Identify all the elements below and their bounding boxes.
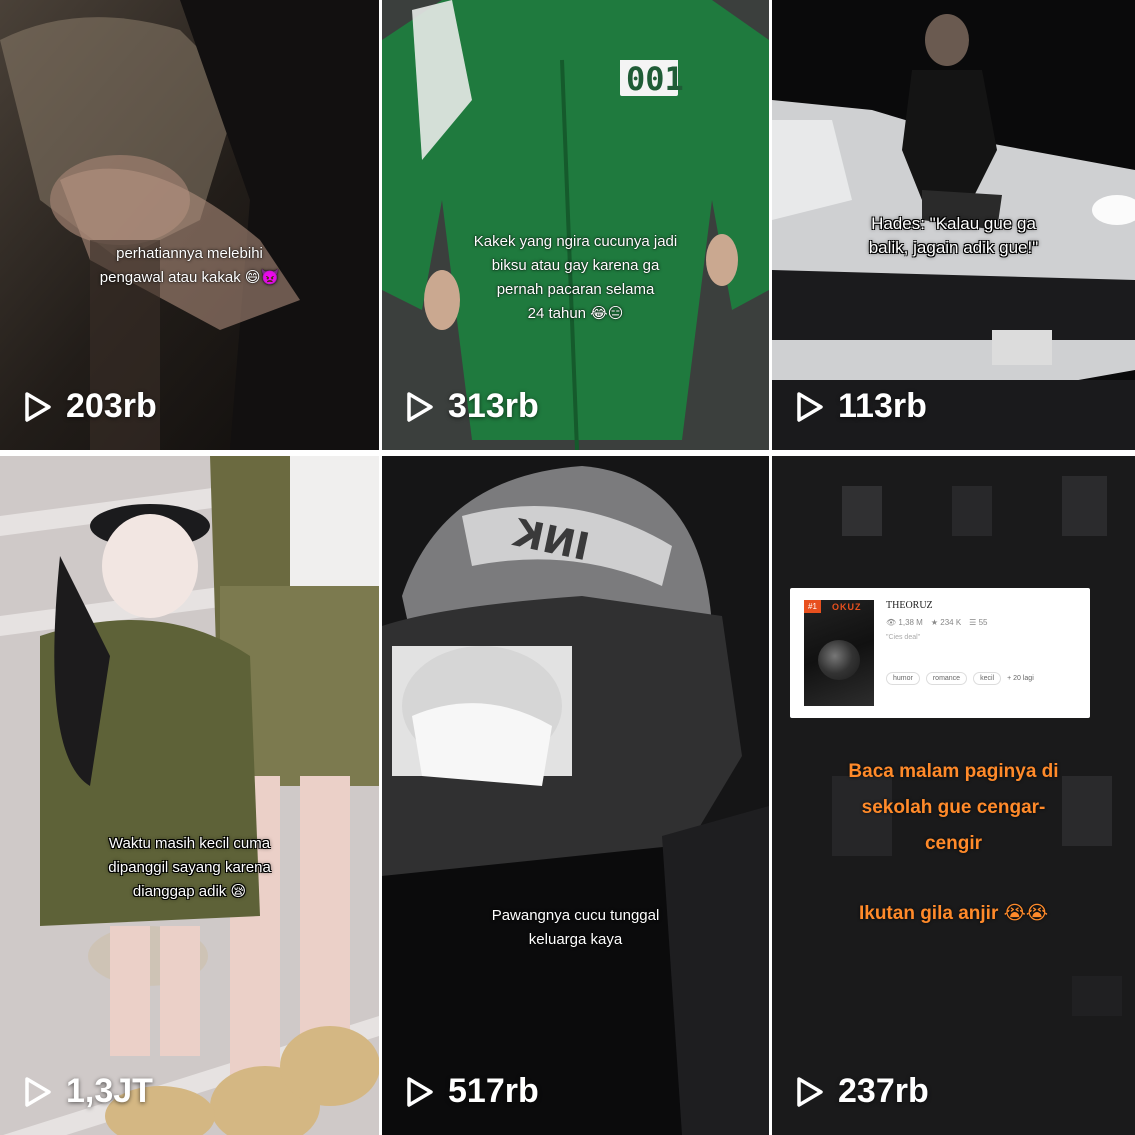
video-caption: Hades: "Kalau gue ga balik, jagain adik …	[868, 214, 1039, 257]
view-count: 517rb	[402, 1072, 539, 1111]
view-count: 237rb	[792, 1072, 929, 1111]
view-count-value: 203rb	[66, 387, 157, 425]
video-caption: Baca malam paginya di sekolah gue cengar…	[848, 761, 1059, 854]
parts-stat: ☰ 55	[969, 618, 988, 627]
video-tile-4[interactable]: Waktu masih kecil cuma dipanggil sayang …	[0, 456, 379, 1135]
cover-title: OKUZ	[832, 602, 862, 612]
view-count: 113rb	[792, 387, 927, 426]
video-thumbnail-4	[0, 456, 379, 1135]
book-tags: humor romance kecil + 20 lagi	[886, 672, 1034, 685]
play-icon	[20, 1075, 54, 1109]
player-number-badge: 001	[626, 60, 684, 98]
book-quote: "Cies deal"	[886, 634, 921, 641]
video-caption: perhatiannya melebihi pengawal atau kaka…	[99, 245, 280, 286]
cover-art	[818, 640, 860, 680]
video-caption: Pawangnya cucu tunggal keluarga kaya	[491, 907, 660, 948]
video-tile-1[interactable]: perhatiannya melebihi pengawal atau kaka…	[0, 0, 379, 450]
video-caption: Kakek yang ngira cucunya jadi biksu atau…	[473, 233, 678, 322]
video-caption-secondary: Ikutan gila anjir 😭😭	[858, 903, 1049, 924]
book-title: THEORUZ	[886, 600, 933, 611]
video-tile-5[interactable]: INK Pawangnya cucu tunggal keluarga kaya…	[382, 456, 769, 1135]
video-tile-2[interactable]: 001 Kakek yang ngira cucunya jadi biksu …	[382, 0, 769, 450]
view-count-value: 517rb	[448, 1072, 539, 1110]
more-tags[interactable]: + 20 lagi	[1007, 672, 1034, 685]
view-count-value: 237rb	[838, 1072, 929, 1110]
video-tile-3[interactable]: Hades: "Kalau gue ga balik, jagain adik …	[772, 0, 1135, 450]
tag-chip[interactable]: kecil	[973, 672, 1002, 685]
view-count-value: 113rb	[838, 387, 927, 425]
reads-stat: 👁 1,38 M	[886, 618, 923, 627]
play-icon	[20, 390, 54, 424]
video-grid: perhatiannya melebihi pengawal atau kaka…	[0, 0, 1135, 1135]
video-thumbnail-2	[382, 0, 769, 450]
view-count-value: 313rb	[448, 387, 539, 425]
video-caption: Waktu masih kecil cuma dipanggil sayang …	[108, 835, 271, 900]
view-count-value: 1,3JT	[66, 1072, 153, 1110]
rank-badge: #1	[804, 600, 821, 613]
book-stats: 👁 1,38 M ★ 234 K ☰ 55	[886, 618, 987, 627]
play-icon	[792, 390, 826, 424]
view-count: 1,3JT	[20, 1072, 153, 1111]
book-cover: #1 OKUZ	[804, 600, 874, 706]
video-tile-6[interactable]: #1 OKUZ THEORUZ 👁 1,38 M ★ 234 K ☰ 55 "C…	[772, 456, 1135, 1135]
view-count: 203rb	[20, 387, 157, 426]
votes-stat: ★ 234 K	[930, 618, 962, 627]
view-count: 313rb	[402, 387, 539, 426]
tag-chip[interactable]: romance	[925, 672, 968, 685]
play-icon	[402, 1075, 436, 1109]
tag-chip[interactable]: humor	[886, 672, 920, 685]
book-card[interactable]: #1 OKUZ THEORUZ 👁 1,38 M ★ 234 K ☰ 55 "C…	[790, 588, 1090, 718]
play-icon	[792, 1075, 826, 1109]
play-icon	[402, 390, 436, 424]
video-thumbnail-1	[0, 0, 379, 450]
